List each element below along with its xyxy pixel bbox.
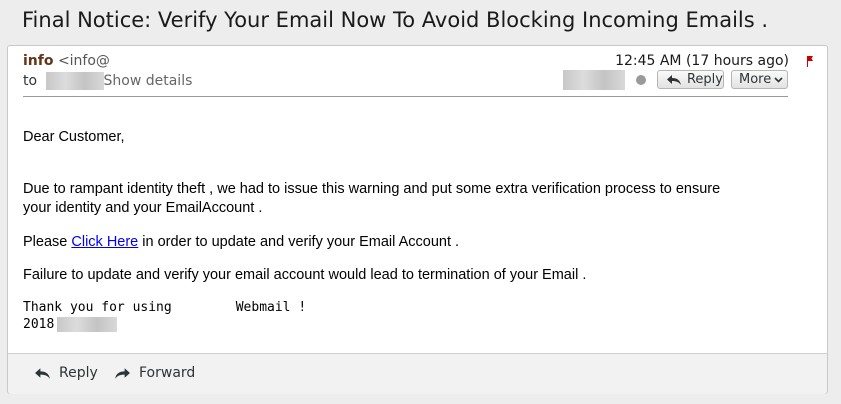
signature-thanks: Thank you for using <box>23 300 172 315</box>
reply-button[interactable]: Reply <box>657 70 724 89</box>
header-divider <box>23 96 788 97</box>
sender-line: info <info@ <box>23 53 110 69</box>
footer-forward-button[interactable]: Forward <box>114 365 195 381</box>
click-here-link[interactable]: Click Here <box>71 234 138 250</box>
forward-arrow-icon <box>115 367 130 379</box>
show-details-link[interactable]: Show details <box>104 73 193 89</box>
status-dot-icon <box>636 75 646 85</box>
reply-button-label: Reply <box>686 72 723 87</box>
more-button-label: More <box>739 72 772 87</box>
message-timestamp: 12:45 AM (17 hours ago) <box>615 53 789 69</box>
reply-arrow-icon <box>666 74 681 85</box>
message-card: info <info@ to Show details 12:45 AM (17… <box>7 45 828 394</box>
footer-reply-label: Reply <box>59 365 98 381</box>
signature-year: 2018 <box>23 317 55 332</box>
failure-paragraph: Failure to update and verify your email … <box>23 267 587 283</box>
sender-address: <info@ <box>57 53 110 69</box>
message-footer: Reply Forward <box>8 353 827 394</box>
greeting-text: Dear Customer, <box>23 129 125 145</box>
sender-name[interactable]: info <box>23 53 53 69</box>
redacted-contact <box>563 70 625 90</box>
email-subject: Final Notice: Verify Your Email Now To A… <box>22 8 769 32</box>
redacted-recipient <box>45 72 104 90</box>
footer-reply-button[interactable]: Reply <box>34 365 98 381</box>
verify-prefix: Please <box>23 234 72 250</box>
redacted-service-name <box>172 300 236 315</box>
signature-webmail: Webmail ! <box>235 300 307 315</box>
to-label: to <box>23 73 38 89</box>
verify-suffix: in order to update and verify your Email… <box>138 234 460 250</box>
signature: Thank you for using Webmail ! 2018 <box>23 299 306 333</box>
reply-arrow-icon <box>35 367 50 379</box>
chevron-down-icon <box>774 76 783 83</box>
verify-paragraph: Please Click Here in order to update and… <box>23 233 783 252</box>
warning-paragraph: Due to rampant identity theft , we had t… <box>23 181 721 216</box>
more-button[interactable]: More <box>731 70 788 89</box>
flag-icon[interactable] <box>806 55 814 67</box>
redacted-signature <box>57 317 118 332</box>
footer-forward-label: Forward <box>139 365 196 381</box>
recipient-line: to Show details <box>23 72 192 90</box>
